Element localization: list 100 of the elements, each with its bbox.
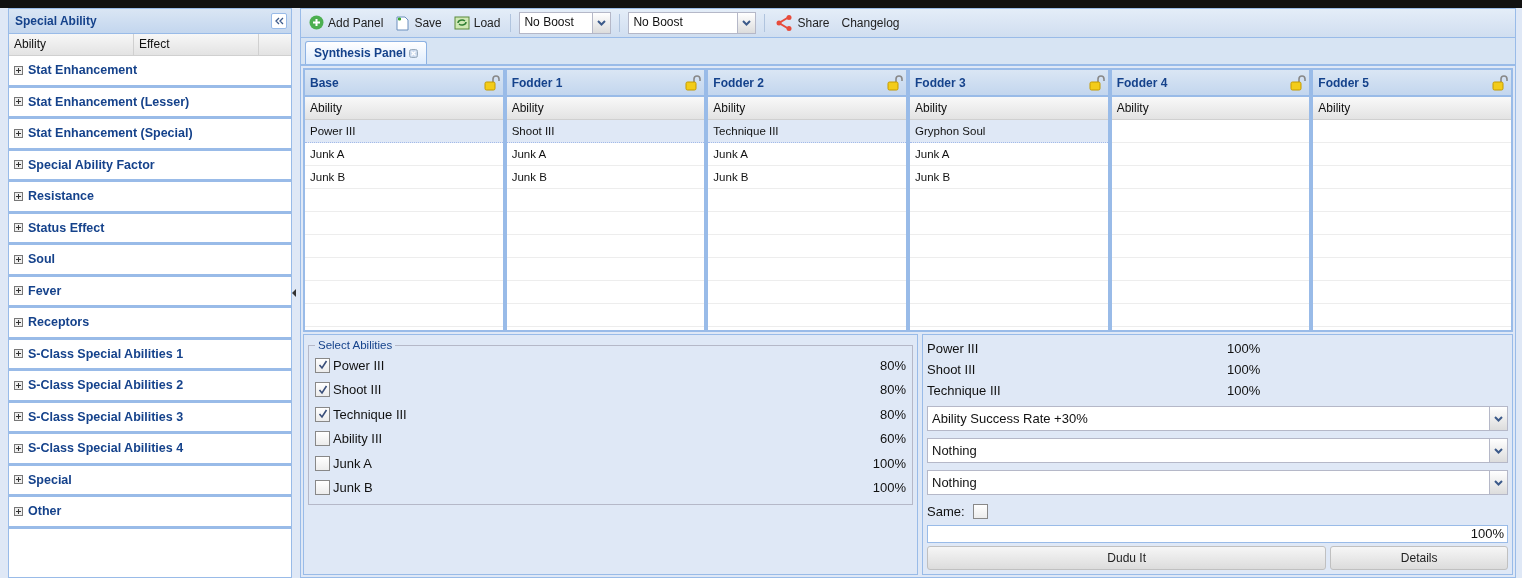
total-rate-field: 100%: [927, 525, 1508, 543]
expand-icon[interactable]: [14, 380, 23, 390]
grid-row[interactable]: Junk A: [305, 143, 503, 166]
rate-text: 100%: [872, 480, 906, 496]
column-header[interactable]: Ability: [9, 34, 134, 55]
column-header[interactable]: Ability: [305, 97, 503, 120]
group-header[interactable]: Stat Enhancement: [28, 63, 138, 78]
grid-row[interactable]: Junk B: [305, 166, 503, 189]
group-header[interactable]: Resistance: [28, 189, 94, 204]
expand-icon[interactable]: [14, 65, 23, 75]
share-icon: [775, 14, 794, 31]
expand-icon[interactable]: [14, 443, 23, 453]
rate-text: 80%: [879, 382, 906, 398]
column-header[interactable]: Ability: [708, 97, 906, 120]
checkbox-label[interactable]: Ability III: [333, 431, 383, 447]
toolbar-button[interactable]: Share: [773, 12, 832, 33]
expand-icon[interactable]: [14, 412, 23, 422]
expand-icon[interactable]: [14, 286, 23, 296]
effect-select[interactable]: Ability Success Rate +30%: [927, 406, 1508, 431]
group-header[interactable]: Stat Enhancement (Lesser): [28, 94, 190, 109]
rate-text: 100%: [1227, 340, 1261, 356]
group-header[interactable]: S-Class Special Abilities 1: [28, 346, 184, 361]
column-header[interactable]: Ability: [506, 97, 705, 120]
tab[interactable]: Synthesis Panel: [305, 41, 428, 64]
column-header[interactable]: Effect: [134, 34, 259, 55]
group-header[interactable]: Status Effect: [28, 220, 105, 235]
collapse-arrow-icon[interactable]: [292, 289, 296, 297]
expand-icon[interactable]: [14, 317, 23, 327]
grid-row[interactable]: Junk A: [910, 143, 1108, 166]
checkbox[interactable]: [315, 455, 330, 471]
document-icon: [395, 14, 411, 31]
group-header[interactable]: Receptors: [28, 315, 90, 330]
grid-row[interactable]: Technique III: [708, 120, 906, 143]
group-header[interactable]: Fever: [28, 283, 62, 298]
toolbar-button[interactable]: Add Panel: [307, 13, 386, 33]
grid-title: Fodder 1: [511, 75, 563, 90]
refresh-icon: [453, 15, 470, 31]
result-label: Technique III: [927, 382, 1002, 398]
checkbox[interactable]: [315, 480, 330, 496]
grid-title: Fodder 2: [713, 75, 764, 90]
expand-icon[interactable]: [14, 160, 23, 170]
same-checkbox[interactable]: [972, 503, 988, 519]
grid-row[interactable]: Junk A: [506, 143, 705, 166]
checkbox-label[interactable]: Technique III: [333, 406, 407, 422]
expand-icon[interactable]: [14, 191, 23, 201]
expand-icon[interactable]: [14, 506, 23, 516]
grid-row[interactable]: Junk B: [910, 166, 1108, 189]
expand-icon[interactable]: [14, 128, 23, 138]
checkbox-label[interactable]: Power III: [333, 357, 385, 373]
grid-row[interactable]: Junk B: [506, 166, 705, 189]
group-header[interactable]: S-Class Special Abilities 4: [28, 441, 184, 456]
same-label: Same:: [927, 503, 965, 519]
group-header[interactable]: Other: [28, 504, 62, 519]
effect-select[interactable]: Nothing: [927, 470, 1508, 495]
double-chevron-icon: [274, 17, 284, 25]
expand-icon[interactable]: [14, 349, 23, 359]
column-header[interactable]: Ability: [910, 97, 1108, 120]
checkbox-label[interactable]: Junk B: [333, 480, 373, 496]
group-header[interactable]: Soul: [28, 252, 56, 267]
group-header[interactable]: Stat Enhancement (Special): [28, 126, 193, 141]
checkbox-label[interactable]: Junk A: [333, 455, 373, 471]
column-header[interactable]: Ability: [1111, 97, 1310, 120]
boost-select[interactable]: No Boost: [628, 11, 757, 34]
toolbar-button[interactable]: Changelog: [839, 13, 902, 32]
expand-icon[interactable]: [14, 475, 23, 485]
grid-row[interactable]: Junk B: [708, 166, 906, 189]
grid-row[interactable]: Gryphon Soul: [910, 120, 1108, 143]
expand-icon[interactable]: [14, 254, 23, 264]
expand-icon[interactable]: [14, 223, 23, 233]
grid-title: Fodder 3: [915, 75, 966, 90]
group-header[interactable]: Special: [28, 472, 72, 487]
expand-icon[interactable]: [14, 97, 23, 107]
checkbox[interactable]: [315, 357, 330, 373]
grid-row[interactable]: Junk A: [708, 143, 906, 166]
action-button[interactable]: Details: [1330, 546, 1508, 570]
checkbox[interactable]: [315, 382, 330, 398]
action-button[interactable]: Dudu It: [927, 546, 1327, 570]
panel-title: Special Ability: [15, 14, 97, 28]
rate-text: 100%: [872, 455, 906, 471]
rate-text: 100%: [1227, 382, 1261, 398]
checkbox-label[interactable]: Shoot III: [333, 382, 382, 398]
group-header[interactable]: S-Class Special Abilities 2: [28, 378, 184, 393]
grid-row[interactable]: Shoot III: [506, 120, 705, 143]
group-header[interactable]: S-Class Special Abilities 3: [28, 409, 184, 424]
grid-title: Fodder 4: [1116, 75, 1168, 90]
grid-title: Fodder 5: [1318, 75, 1370, 90]
rate-text: 80%: [879, 406, 906, 422]
boost-select[interactable]: No Boost: [519, 11, 612, 34]
checkbox[interactable]: [315, 431, 330, 447]
toolbar-button[interactable]: Save: [393, 12, 444, 33]
grid-row[interactable]: Power III: [305, 120, 503, 143]
column-header[interactable]: Ability: [1313, 97, 1512, 120]
result-label: Shoot III: [927, 361, 977, 377]
effect-select[interactable]: Nothing: [927, 438, 1508, 463]
group-header[interactable]: Special Ability Factor: [28, 157, 155, 172]
add-icon: [309, 15, 324, 31]
toolbar-button[interactable]: Load: [451, 13, 503, 33]
collapse-button[interactable]: [271, 13, 287, 29]
rate-text: 80%: [879, 357, 906, 373]
checkbox[interactable]: [315, 406, 330, 422]
